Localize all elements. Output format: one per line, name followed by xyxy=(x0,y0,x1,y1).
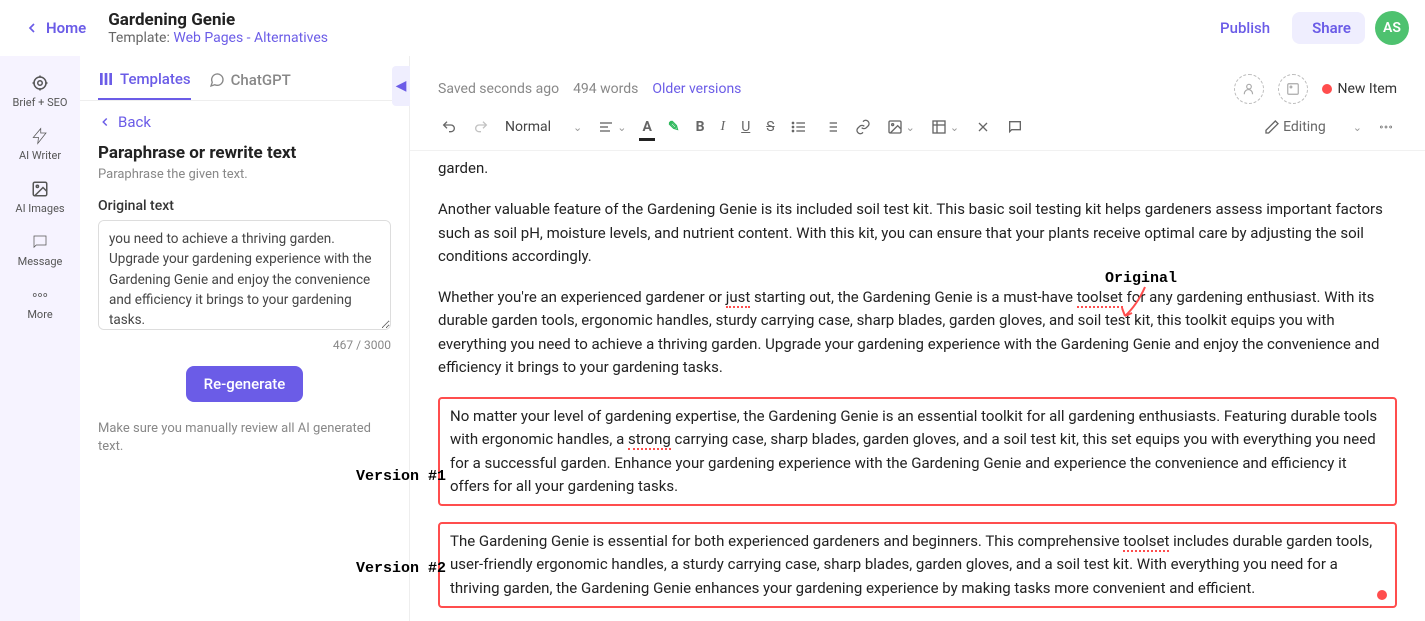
dots-icon xyxy=(31,286,49,304)
link-button[interactable] xyxy=(852,116,874,138)
review-warning: Make sure you manually review all AI gen… xyxy=(98,420,391,456)
avatar[interactable]: AS xyxy=(1375,11,1409,45)
version-2-box[interactable]: The Gardening Genie is essential for bot… xyxy=(438,522,1397,608)
clear-format-button[interactable] xyxy=(972,116,994,138)
regenerate-button[interactable]: Re-generate xyxy=(186,366,304,402)
publish-label: Publish xyxy=(1220,19,1270,37)
chat-icon xyxy=(31,233,49,251)
panel-collapse-button[interactable]: ◀ xyxy=(392,66,410,106)
document-body[interactable]: garden. Another valuable feature of the … xyxy=(410,151,1425,621)
rail-brief-seo[interactable]: Brief + SEO xyxy=(9,74,72,109)
rail-more[interactable]: More xyxy=(23,286,56,321)
home-label: Home xyxy=(46,19,86,37)
status-dot-icon xyxy=(1322,84,1332,94)
left-rail: Brief + SEO AI Writer AI Images Message … xyxy=(0,56,80,621)
text-color-button[interactable]: A xyxy=(639,116,654,138)
format-select[interactable]: Normal⌄ xyxy=(502,116,585,138)
home-button[interactable]: Home xyxy=(16,15,94,41)
squiggle-strong[interactable]: strong xyxy=(628,430,671,450)
undo-icon xyxy=(441,119,457,135)
align-left-icon xyxy=(598,119,614,135)
undo-button[interactable] xyxy=(438,116,460,138)
numbered-list-button[interactable] xyxy=(820,116,842,138)
strikethrough-button[interactable]: S xyxy=(763,116,777,138)
align-button[interactable]: ⌄ xyxy=(595,116,629,138)
older-versions-link[interactable]: Older versions xyxy=(652,81,741,97)
bolt-icon xyxy=(31,127,49,145)
dots-icon xyxy=(1378,119,1394,135)
table-icon xyxy=(931,119,947,135)
editor-toolbar: Normal⌄ ⌄ A ✎ B I U S ⌄ ⌄ Editing⌄ xyxy=(410,104,1425,151)
saved-status: Saved seconds ago xyxy=(438,81,559,97)
editor-area: Saved seconds ago 494 words Older versio… xyxy=(410,56,1425,621)
bold-button[interactable]: B xyxy=(693,116,708,138)
template-link[interactable]: Web Pages - Alternatives xyxy=(173,30,328,46)
document-title: Gardening Genie xyxy=(108,10,1202,30)
link-icon xyxy=(855,119,871,135)
list-ol-icon xyxy=(823,119,839,135)
paragraph-fragment: garden. xyxy=(438,157,1397,180)
chat-bubble-icon xyxy=(209,72,225,88)
underline-button[interactable]: U xyxy=(738,116,753,138)
publish-button[interactable]: Publish xyxy=(1202,13,1282,43)
more-menu-button[interactable] xyxy=(1375,116,1397,138)
title-block: Gardening Genie Template: Web Pages - Al… xyxy=(108,10,1202,46)
image-button[interactable]: ⌄ xyxy=(884,116,918,138)
rail-ai-writer[interactable]: AI Writer xyxy=(15,127,65,162)
comment-icon xyxy=(1007,119,1023,135)
squiggle-toolset-2[interactable]: toolset xyxy=(1123,532,1169,552)
highlight-button[interactable]: ✎ xyxy=(665,116,683,138)
char-counter: 467 / 3000 xyxy=(98,338,391,352)
add-image-placeholder[interactable] xyxy=(1278,74,1308,104)
comment-button[interactable] xyxy=(1004,116,1026,138)
share-button[interactable]: Share xyxy=(1292,12,1365,44)
templates-icon xyxy=(98,71,114,87)
add-person-placeholder[interactable] xyxy=(1234,74,1264,104)
original-text-label: Original text xyxy=(98,198,391,214)
mode-select[interactable]: Editing⌄ xyxy=(1261,116,1365,138)
rail-ai-images[interactable]: AI Images xyxy=(11,180,68,215)
panel-title: Paraphrase or rewrite text xyxy=(98,143,391,163)
template-line: Template: Web Pages - Alternatives xyxy=(108,30,1202,46)
table-button[interactable]: ⌄ xyxy=(928,116,962,138)
image-icon xyxy=(887,119,903,135)
squiggle-just[interactable]: just xyxy=(726,288,751,308)
panel-subtitle: Paraphrase the given text. xyxy=(98,167,391,182)
back-button[interactable]: Back xyxy=(80,101,409,143)
redo-button[interactable] xyxy=(470,116,492,138)
paragraph-original: Whether you're an experienced gardener o… xyxy=(438,286,1397,379)
bullet-list-button[interactable] xyxy=(788,116,810,138)
tab-templates[interactable]: Templates xyxy=(98,70,191,100)
new-item-status: New Item xyxy=(1322,81,1398,97)
side-panel: ◀ Templates ChatGPT Back Paraphrase or r… xyxy=(80,56,410,621)
paragraph-soil: Another valuable feature of the Gardenin… xyxy=(438,198,1397,268)
original-text-input[interactable] xyxy=(98,220,391,330)
redo-icon xyxy=(473,119,489,135)
group-toggle-icon[interactable] xyxy=(1377,590,1387,600)
chevron-left-icon xyxy=(98,115,112,129)
squiggle-toolset[interactable]: toolset xyxy=(1077,288,1123,308)
word-count: 494 words xyxy=(573,81,638,97)
image-icon xyxy=(31,180,49,198)
version-1-box[interactable]: No matter your level of gardening expert… xyxy=(438,397,1397,506)
clear-format-icon xyxy=(975,119,991,135)
tab-chatgpt[interactable]: ChatGPT xyxy=(209,70,291,100)
list-ul-icon xyxy=(791,119,807,135)
share-label: Share xyxy=(1312,19,1351,37)
target-icon xyxy=(31,74,49,92)
italic-button[interactable]: I xyxy=(718,116,729,138)
chevron-left-icon xyxy=(24,20,40,36)
rail-message[interactable]: Message xyxy=(14,233,67,268)
pencil-icon xyxy=(1264,119,1280,135)
